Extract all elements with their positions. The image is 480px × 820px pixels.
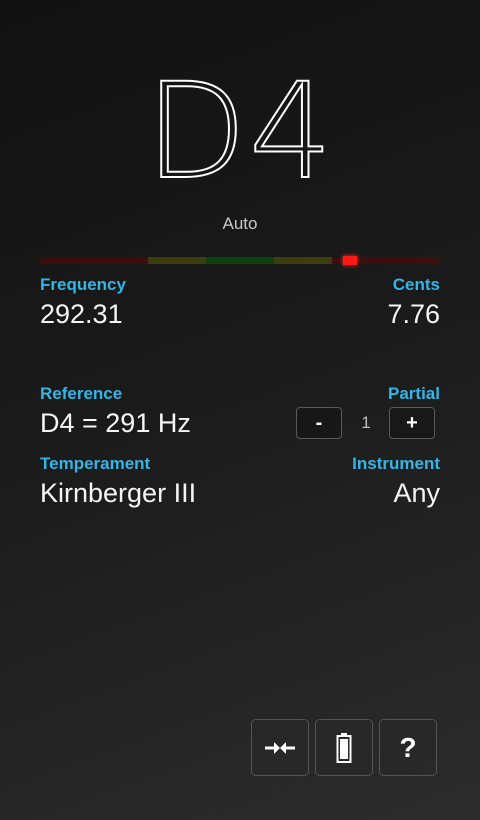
- help-icon: ?: [399, 731, 417, 763]
- tuning-meter: [40, 256, 440, 265]
- instrument-label: Instrument: [352, 454, 440, 473]
- temperament-value[interactable]: Kirnberger III: [40, 478, 196, 509]
- frequency-value: 292.31: [40, 299, 123, 329]
- note-display: D4: [144, 55, 335, 209]
- cents-value: 7.76: [387, 299, 440, 329]
- partial-decrement-button[interactable]: -: [296, 407, 342, 439]
- meter-needle: [343, 256, 357, 265]
- meter-segment-flat-far: [40, 257, 148, 264]
- reference-value[interactable]: D4 = 291 Hz: [40, 408, 191, 439]
- instrument-value[interactable]: Any: [393, 478, 440, 509]
- reference-label: Reference: [40, 384, 123, 403]
- help-button[interactable]: ?: [379, 719, 437, 776]
- partial-increment-button[interactable]: +: [389, 407, 435, 439]
- meter-segment-in-tune: [206, 257, 274, 264]
- calibrate-arrows-icon: [265, 741, 295, 754]
- partial-label: Partial: [388, 384, 440, 403]
- battery-icon: [336, 732, 352, 763]
- meter-segment-flat-near: [148, 257, 206, 264]
- partial-value: 1: [361, 413, 371, 432]
- frequency-label: Frequency: [40, 275, 126, 294]
- battery-button[interactable]: [315, 719, 373, 776]
- cents-label: Cents: [392, 275, 440, 294]
- meter-segment-sharp-near: [274, 257, 332, 264]
- calibrate-button[interactable]: [251, 719, 309, 776]
- mode-label: Auto: [222, 214, 258, 233]
- temperament-label: Temperament: [40, 454, 151, 473]
